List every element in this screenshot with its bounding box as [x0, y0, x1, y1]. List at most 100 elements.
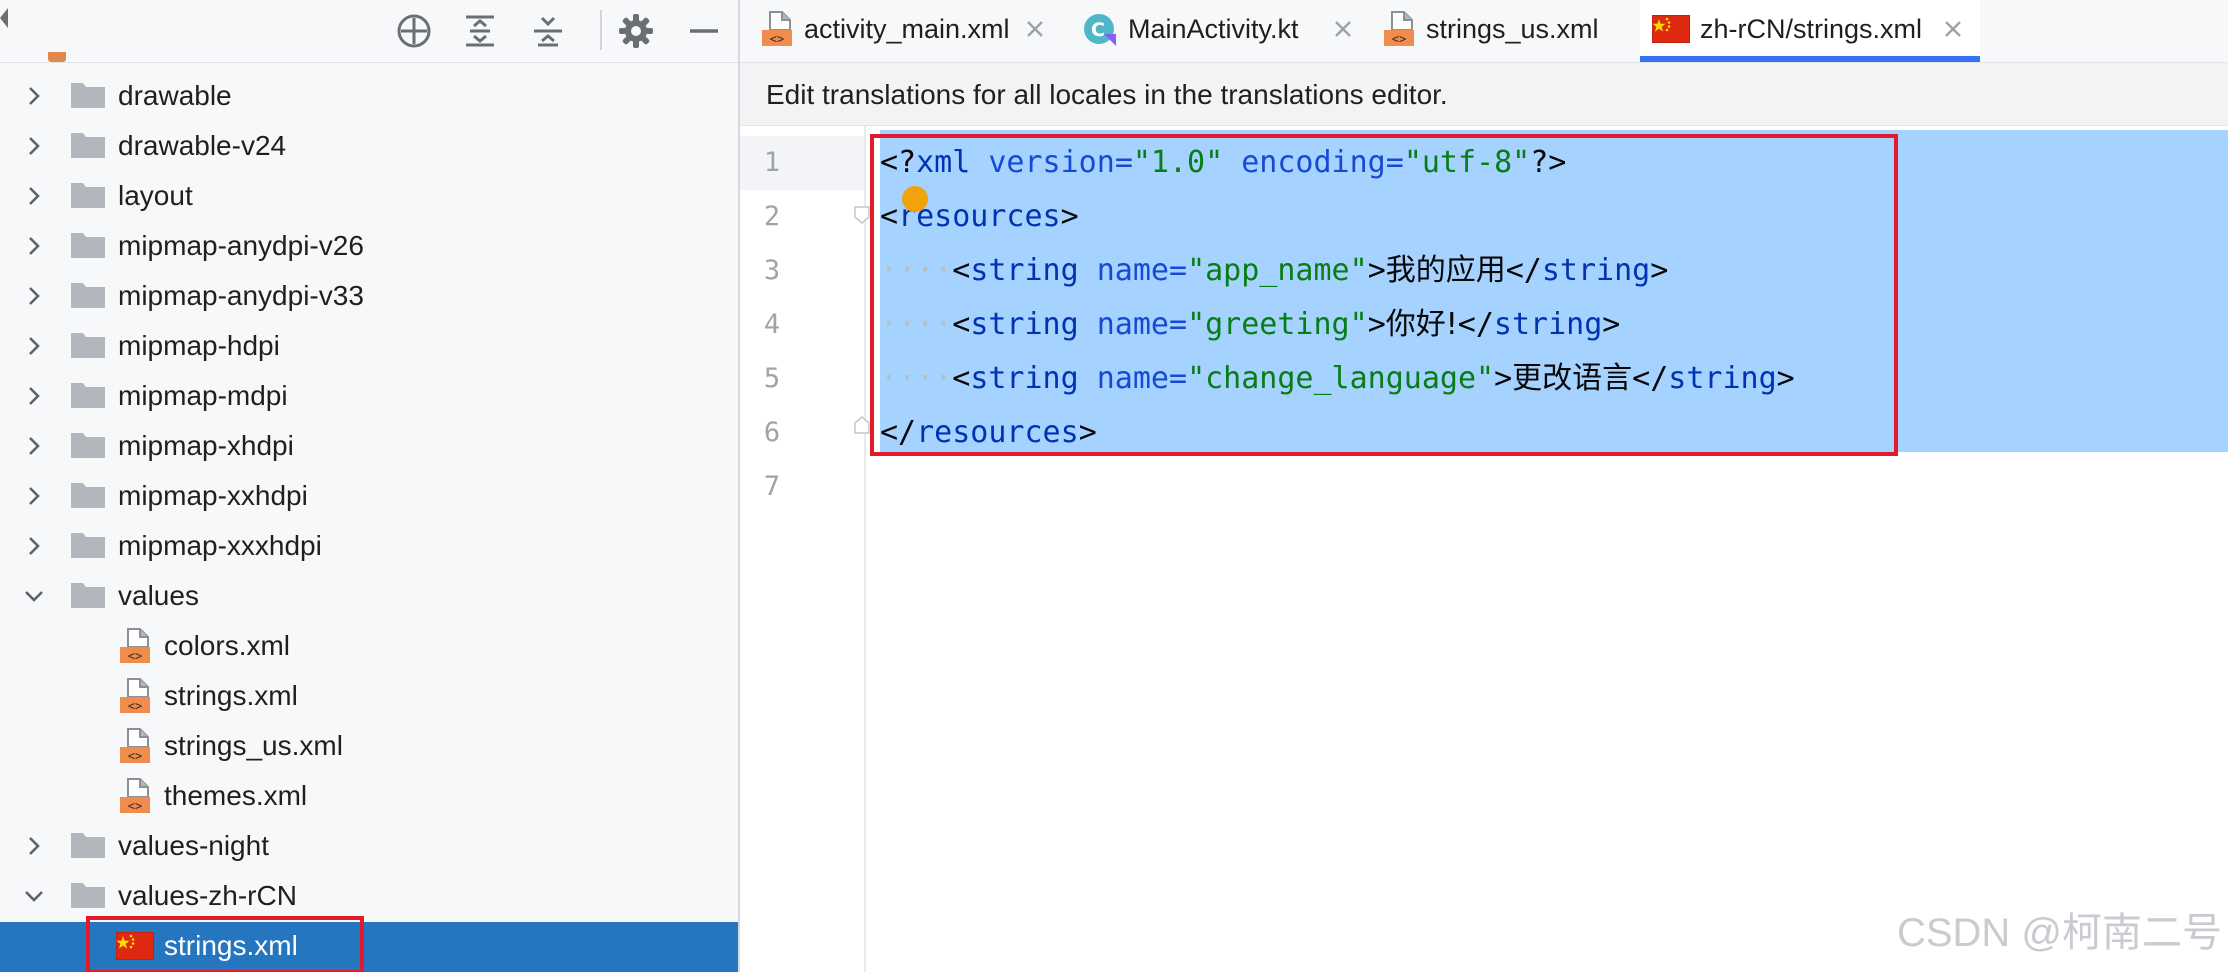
xml-file-icon: <>: [1384, 11, 1414, 46]
svg-text:<>: <>: [1392, 32, 1406, 46]
close-icon[interactable]: [1330, 16, 1356, 42]
tab-zh-rcn-strings-xml[interactable]: zh-rCN/strings.xml: [1640, 0, 1980, 62]
tree-item-values-night[interactable]: values-night: [0, 822, 738, 872]
chevron-right-icon[interactable]: [20, 832, 48, 860]
tree-item-label: mipmap-anydpi-v33: [118, 280, 364, 311]
line-number: 1: [763, 147, 781, 178]
fold-start-icon[interactable]: [854, 206, 870, 224]
close-icon[interactable]: [1940, 16, 1966, 42]
tree-item-colors-xml[interactable]: <> colors.xml: [0, 622, 738, 672]
highlight-box-tree: [86, 916, 364, 972]
collapse-all-icon[interactable]: [524, 8, 572, 54]
tree-item-label: drawable: [118, 80, 232, 111]
active-tab-indicator: [1640, 56, 1980, 62]
tree-item-label: mipmap-xxhdpi: [118, 480, 308, 511]
crosshair-icon[interactable]: [390, 8, 438, 54]
tree-item-mipmap-mdpi[interactable]: mipmap-mdpi: [0, 372, 738, 422]
chevron-right-icon[interactable]: [20, 232, 48, 260]
chevron-right-icon[interactable]: [20, 332, 48, 360]
xml-file-icon: <>: [120, 778, 150, 813]
chevron-right-icon[interactable]: [20, 532, 48, 560]
close-icon[interactable]: [1022, 16, 1048, 42]
folder-icon: [71, 83, 105, 108]
panel-edge-arrow-icon: [0, 8, 8, 28]
tree-item-mipmap-xxhdpi[interactable]: mipmap-xxhdpi: [0, 472, 738, 522]
watermark: CSDN @柯南二号: [1896, 911, 2222, 955]
tree-item-values[interactable]: values: [0, 572, 738, 622]
code-editor[interactable]: 1 2 3 4 5 6 7 <?xml version="1.0" encodi…: [740, 126, 2228, 972]
chevron-right-icon[interactable]: [20, 432, 48, 460]
folder-icon: [71, 283, 105, 308]
line-number: 5: [763, 363, 781, 394]
expand-all-icon[interactable]: [456, 8, 504, 54]
tree-item-label: strings_us.xml: [164, 730, 343, 761]
folder-icon: [71, 483, 105, 508]
svg-text:<>: <>: [128, 799, 142, 813]
kotlin-class-icon: C: [1084, 14, 1116, 46]
tree-item-themes-xml[interactable]: <> themes.xml: [0, 772, 738, 822]
banner-text: Edit translations for all locales in the…: [766, 79, 1448, 110]
chevron-right-icon[interactable]: [20, 182, 48, 210]
xml-file-icon: <>: [120, 628, 150, 663]
chevron-right-icon[interactable]: [20, 132, 48, 160]
tree-item-mipmap-xhdpi[interactable]: mipmap-xhdpi: [0, 422, 738, 472]
chevron-right-icon[interactable]: [20, 282, 48, 310]
tab-mainactivity-kt[interactable]: C MainActivity.kt: [1064, 0, 1376, 62]
svg-text:<>: <>: [128, 649, 142, 663]
folder-icon: [71, 233, 105, 258]
tab-label: MainActivity.kt: [1128, 14, 1299, 44]
tree-item-drawable[interactable]: drawable: [0, 72, 738, 122]
svg-text:C: C: [1091, 19, 1105, 41]
folder-icon: [71, 383, 105, 408]
svg-text:<>: <>: [770, 32, 784, 46]
fold-end-icon[interactable]: [854, 416, 870, 434]
tree-item-mipmap-anydpi-v26[interactable]: mipmap-anydpi-v26: [0, 222, 738, 272]
chevron-down-icon[interactable]: [20, 582, 48, 610]
line-number: 4: [763, 309, 781, 340]
xml-file-icon: <>: [120, 678, 150, 713]
tree-item-mipmap-anydpi-v33[interactable]: mipmap-anydpi-v33: [0, 272, 738, 322]
tree-item-label: themes.xml: [164, 780, 308, 811]
folder-icon: [71, 433, 105, 458]
parent-folder-icon: [48, 52, 66, 62]
line-number: 6: [763, 417, 781, 448]
tree-item-strings-us-xml[interactable]: <> strings_us.xml: [0, 722, 738, 772]
china-flag-icon: [1652, 15, 1690, 43]
tree-item-layout[interactable]: layout: [0, 172, 738, 222]
xml-file-icon: <>: [120, 728, 150, 763]
highlight-box-code: [870, 134, 1898, 456]
tree-item-label: values-zh-rCN: [118, 880, 297, 911]
tab-label: strings_us.xml: [1426, 14, 1599, 44]
tree-item-mipmap-hdpi[interactable]: mipmap-hdpi: [0, 322, 738, 372]
folder-icon: [71, 883, 105, 908]
tree-item-label: layout: [118, 180, 193, 211]
tab-activity-main-xml[interactable]: <> activity_main.xml: [740, 0, 1064, 62]
tree-item-label: drawable-v24: [118, 130, 287, 161]
tree-item-strings-xml[interactable]: <> strings.xml: [0, 672, 738, 722]
folder-icon: [71, 183, 105, 208]
chevron-right-icon[interactable]: [20, 482, 48, 510]
tree-item-label: strings.xml: [164, 680, 298, 711]
tree-item-label: mipmap-hdpi: [118, 330, 280, 361]
minimize-icon[interactable]: [680, 8, 728, 54]
folder-icon: [71, 833, 105, 858]
chevron-right-icon[interactable]: [20, 82, 48, 110]
tree-item-drawable-v24[interactable]: drawable-v24: [0, 122, 738, 172]
toolbar-separator: [600, 10, 602, 50]
folder-icon: [71, 583, 105, 608]
tree-item-label: mipmap-xhdpi: [118, 430, 294, 461]
chevron-right-icon[interactable]: [20, 382, 48, 410]
project-tree-panel: drawable drawable-v24 layout mipmap-anyd…: [0, 0, 740, 972]
folder-icon: [71, 533, 105, 558]
translations-banner: Edit translations for all locales in the…: [740, 63, 2228, 126]
chevron-down-icon[interactable]: [20, 882, 48, 910]
tab-strings-us-xml[interactable]: <> strings_us.xml: [1376, 0, 1676, 62]
gear-icon[interactable]: [612, 8, 660, 54]
tree-item-label: mipmap-xxxhdpi: [118, 530, 322, 561]
tree-item-mipmap-xxxhdpi[interactable]: mipmap-xxxhdpi: [0, 522, 738, 572]
tree-item-values-zh-rcn[interactable]: values-zh-rCN: [0, 872, 738, 922]
line-number: 7: [763, 471, 781, 502]
svg-text:<>: <>: [128, 749, 142, 763]
tab-label: zh-rCN/strings.xml: [1700, 14, 1923, 44]
folder-icon: [71, 333, 105, 358]
